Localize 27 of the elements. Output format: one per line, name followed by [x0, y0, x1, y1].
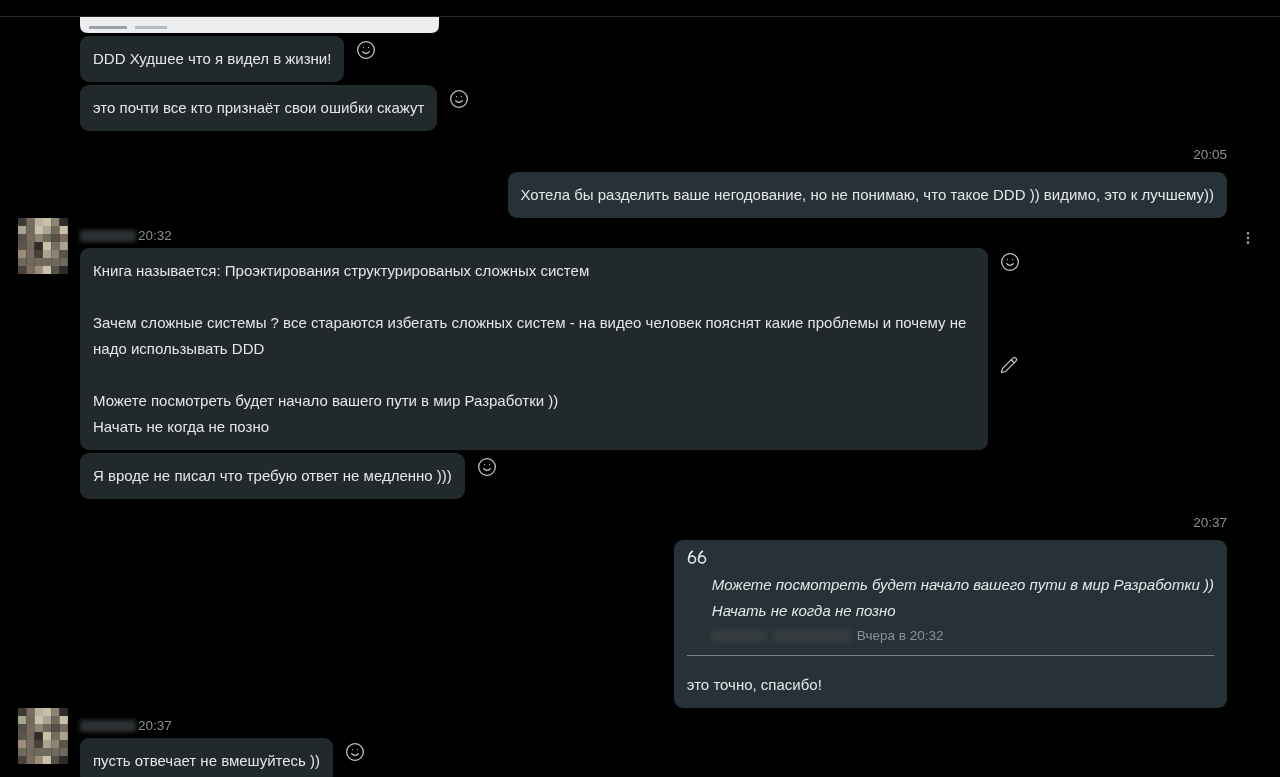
edit-icon[interactable]: [1000, 356, 1018, 374]
message-text: Книга называется: Проэктирования структурированых сложных систем: [93, 261, 591, 281]
avatar: [18, 708, 68, 764]
message-text: DDD Худшее что я видел в жизни!: [93, 49, 332, 69]
message-time: 20:32: [138, 228, 172, 244]
smile-icon[interactable]: [476, 457, 497, 477]
message-text: Я вроде не писал что требую ответ не медленно ))): [93, 466, 452, 486]
smile-icon[interactable]: [449, 89, 470, 109]
quoted-text: Можете посмотреть будет начало вашего пути в мир Разработки )): [710, 575, 1214, 595]
message-text: это точно, спасибо!: [686, 675, 823, 695]
message-text: это почти все кто признаёт свои ошибки скажут: [93, 98, 425, 118]
smile-icon[interactable]: [1000, 252, 1020, 272]
quote-date: Вчера в 20:32: [856, 628, 944, 643]
smile-icon[interactable]: [345, 742, 366, 762]
blurred-name: [80, 230, 136, 242]
quoted-text: Начать не когда не позно: [710, 601, 897, 621]
message-text: пусть отвечает не вмешуйтесь )): [93, 751, 321, 771]
message-text: Зачем сложные системы ? все стараются избегать сложных систем - на видео человек пояснят какие проблемы и почему не надо использывать DDD: [93, 313, 968, 359]
message-time: 20:05: [1193, 147, 1227, 163]
quote-icon: [686, 550, 707, 564]
avatar: [18, 218, 68, 274]
message-time: 20:37: [1193, 515, 1227, 531]
message-text: Хотела бы разделить ваше негодование, но не понимаю, что такое DDD )) видимо, это к лучшему)): [520, 185, 1214, 205]
message-time: 20:37: [138, 718, 172, 734]
smile-icon[interactable]: [356, 40, 377, 60]
message-text: Можете посмотреть будет начало вашего пути в мир Разработки )) Начать не когда не позно: [93, 391, 560, 437]
blurred-name: [80, 720, 136, 732]
